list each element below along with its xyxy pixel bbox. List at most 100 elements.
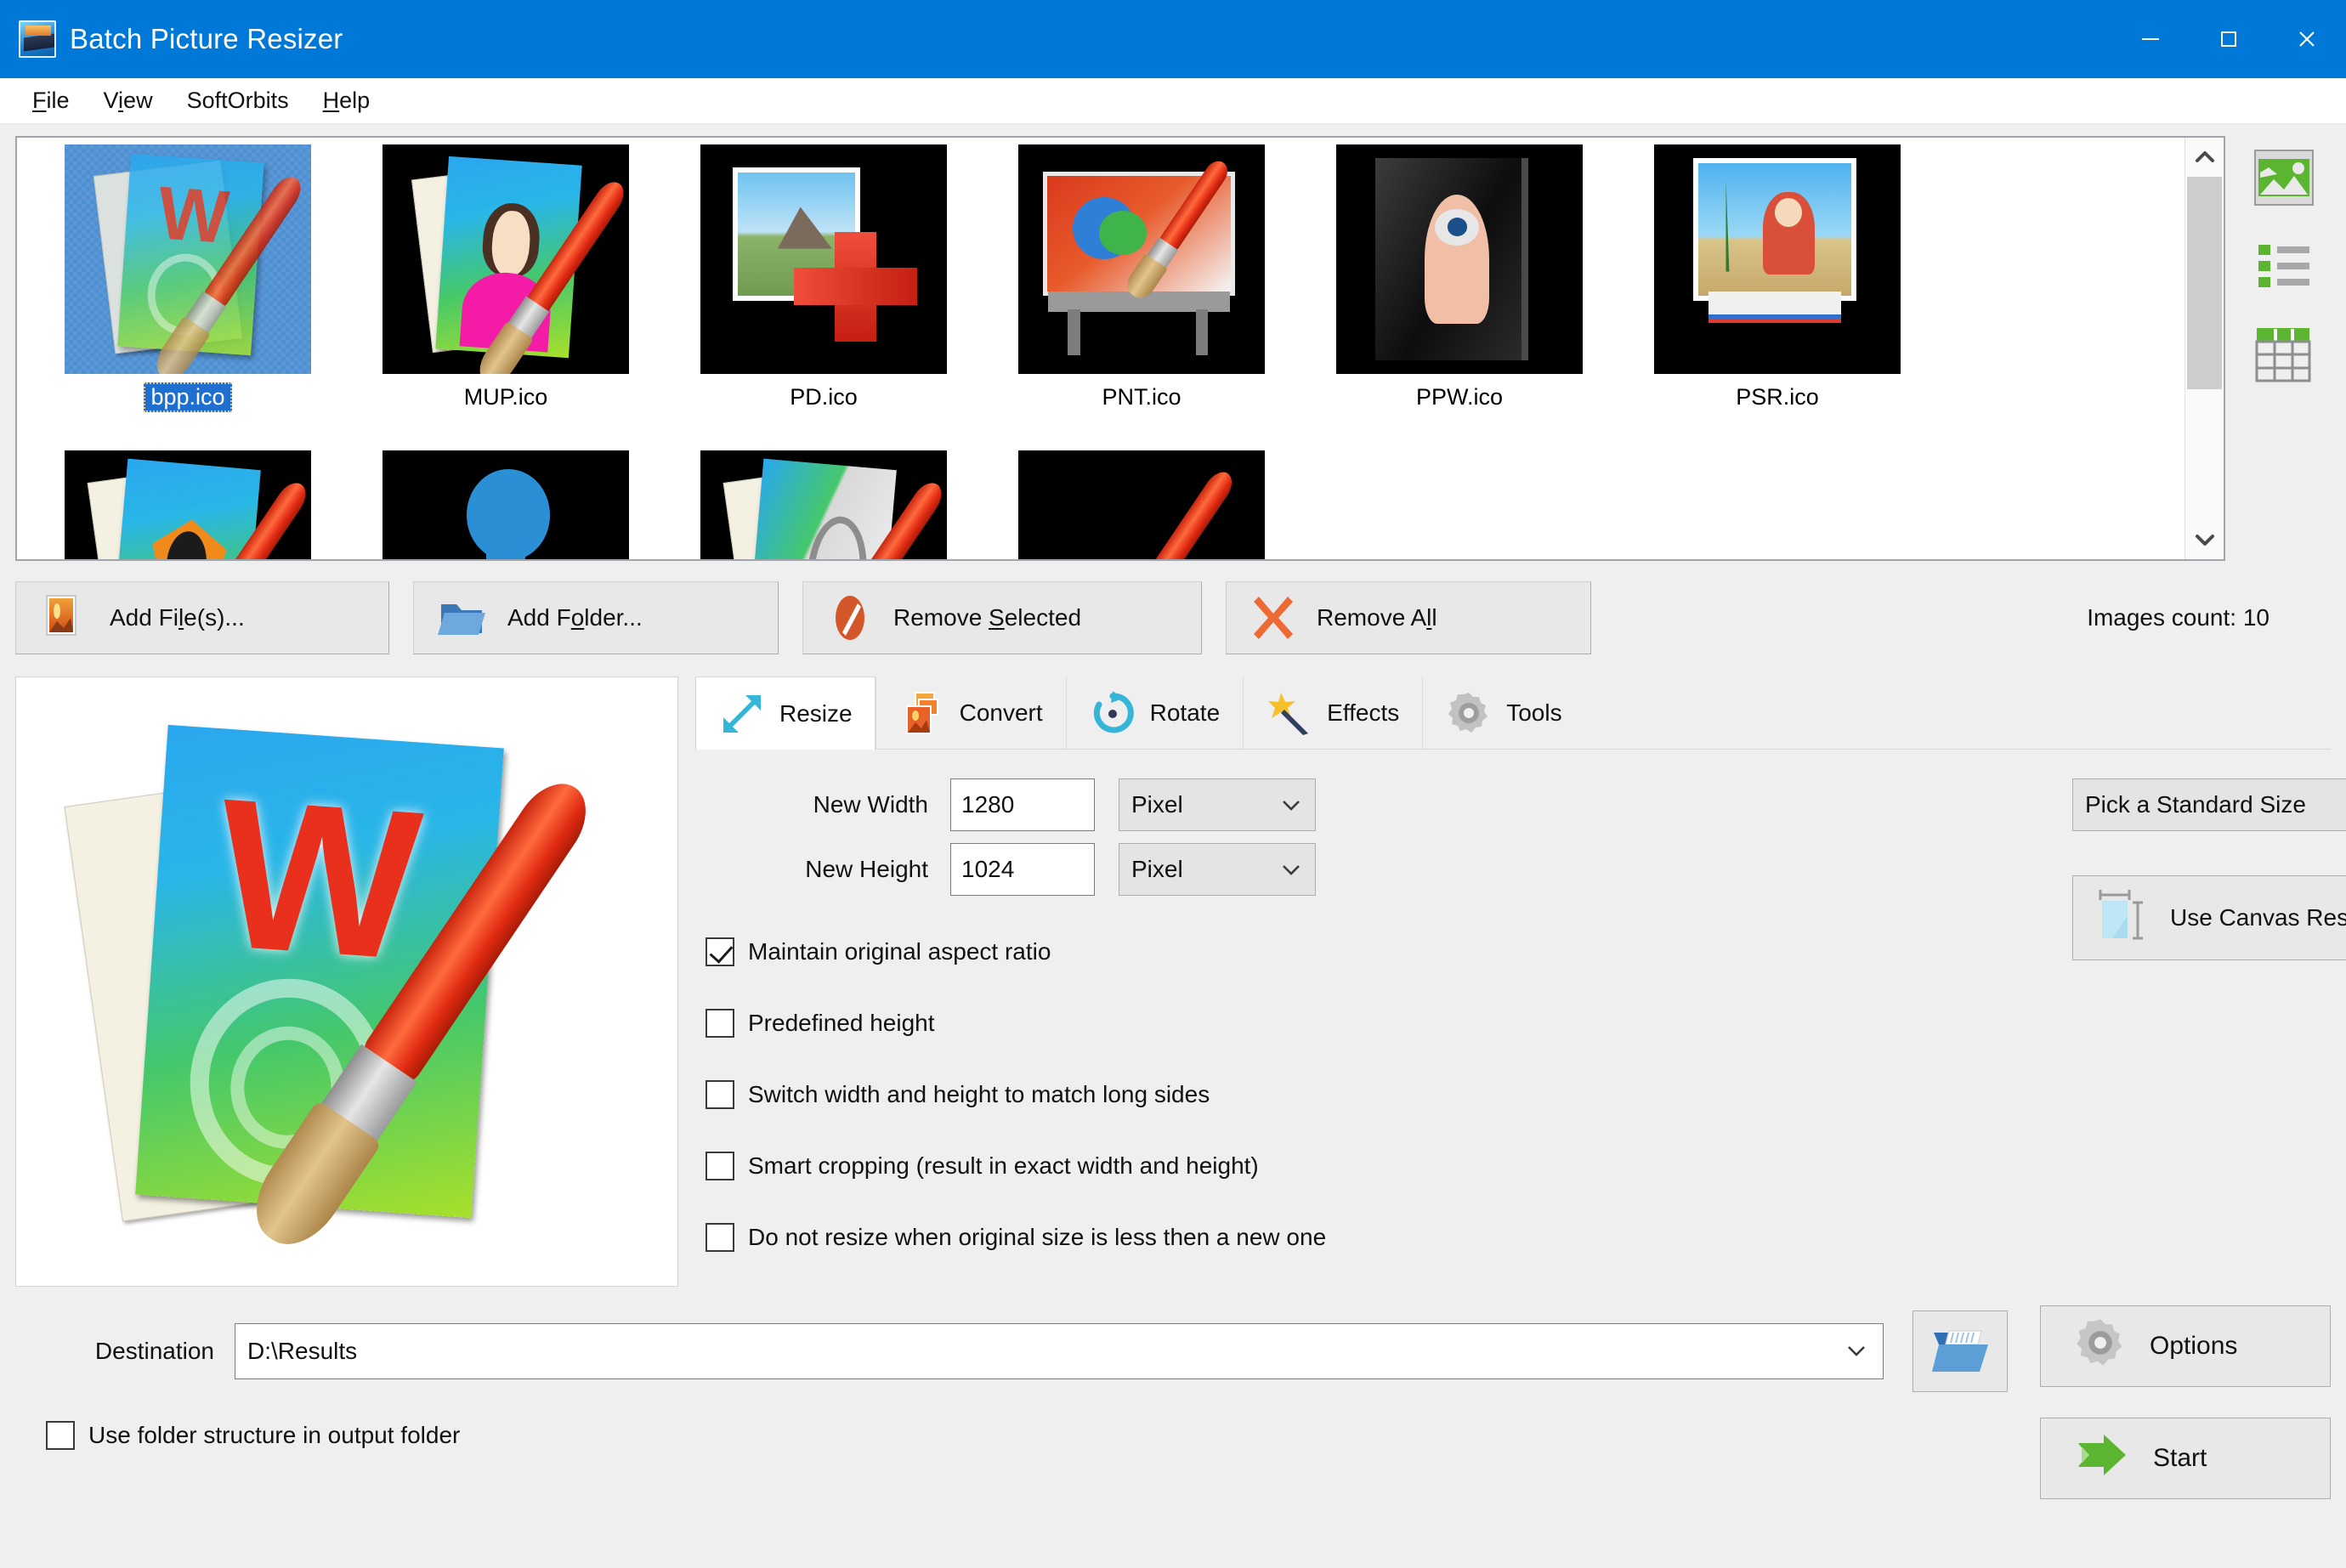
thumbnail-item[interactable]: PNT.ico — [983, 144, 1300, 450]
scrollbar-thumb[interactable] — [2187, 177, 2222, 390]
standard-size-select[interactable]: Pick a Standard Size — [2072, 778, 2346, 831]
remove-selected-label: Remove Selected — [893, 604, 1082, 631]
thumbnail-item[interactable]: W bpp.ico — [29, 144, 347, 450]
gear-icon — [2075, 1317, 2126, 1375]
menu-file[interactable]: File — [17, 84, 85, 117]
thumbnail-item[interactable] — [983, 450, 1300, 559]
close-button[interactable] — [2268, 0, 2346, 78]
convert-image-icon — [898, 689, 946, 737]
remove-all-label: Remove All — [1317, 604, 1437, 631]
image-icon — [2254, 150, 2314, 206]
thumbnail-image: W — [65, 144, 311, 374]
settings-tabs: Resize Convert Rotate Effects Tools New … — [695, 676, 2346, 1287]
smart-cropping-label: Smart cropping (result in exact width an… — [748, 1152, 1259, 1179]
app-icon — [19, 20, 56, 58]
remove-selected-button[interactable]: Remove Selected — [802, 581, 1202, 654]
image-preview: W — [15, 676, 678, 1287]
x-cross-icon — [1254, 597, 1293, 639]
thumbnail-list[interactable]: W bpp.ico MUP.ico PD.ico PNT.ico PPW.ico… — [15, 136, 2225, 561]
use-folder-structure-checkbox[interactable]: Use folder structure in output folder — [46, 1421, 2331, 1450]
main-area: W Resize Convert Rotate Effects Tools Ne… — [0, 654, 2346, 1287]
open-folder-icon — [1932, 1330, 1988, 1372]
thumbnail-label: bpp.ico — [144, 382, 232, 412]
thumbnail-image — [382, 450, 629, 559]
thumbnail-label: PNT.ico — [1102, 384, 1182, 410]
window-controls — [2111, 0, 2346, 78]
thumbnail-item[interactable]: PSR.ico — [1618, 144, 1936, 450]
window-title: Batch Picture Resizer — [70, 23, 343, 54]
thumbnail-label: PPW.ico — [1415, 384, 1504, 410]
green-arrow-icon — [2075, 1431, 2129, 1486]
menu-file-label: ile — [46, 88, 70, 113]
thumbnail-label: MUP.ico — [463, 384, 548, 410]
remove-all-button[interactable]: Remove All — [1226, 581, 1591, 654]
menu-softorbits-label: SoftOrbits — [186, 88, 289, 113]
scroll-down-button[interactable] — [2185, 520, 2224, 559]
details-view-button[interactable] — [2250, 325, 2318, 384]
new-height-input[interactable]: 1024 — [950, 843, 1095, 896]
browse-folder-button[interactable] — [1912, 1310, 2008, 1392]
use-canvas-resize-button[interactable]: Use Canvas Resize — [2072, 875, 2346, 960]
new-height-unit-value: Pixel — [1131, 856, 1183, 882]
menu-view[interactable]: View — [88, 84, 168, 117]
thumbnail-image — [1018, 450, 1265, 559]
thumbnail-view-button[interactable] — [2250, 148, 2318, 207]
menu-help[interactable]: Help — [308, 84, 386, 117]
thumbnail-item[interactable] — [29, 450, 347, 559]
thumbnail-image — [1018, 144, 1265, 374]
thumbnail-image — [700, 144, 947, 374]
new-width-unit-select[interactable]: Pixel — [1119, 778, 1316, 831]
destination-row: Destination D:\Results — [15, 1310, 2331, 1392]
scrollbar-track[interactable] — [2185, 177, 2224, 520]
thumbnail-item[interactable] — [665, 450, 983, 559]
smart-cropping-checkbox[interactable]: Smart cropping (result in exact width an… — [706, 1130, 2331, 1202]
canvas-resize-icon — [2095, 887, 2148, 949]
start-button[interactable]: Start — [2040, 1418, 2331, 1499]
gear-icon — [1445, 689, 1493, 737]
switch-width-height-checkbox[interactable]: Switch width and height to match long si… — [706, 1059, 2331, 1130]
maintain-aspect-ratio-label: Maintain original aspect ratio — [748, 938, 1051, 965]
minimize-button[interactable] — [2111, 0, 2190, 78]
new-width-unit-value: Pixel — [1131, 791, 1183, 818]
tab-tools[interactable]: Tools — [1422, 676, 1584, 749]
predefined-height-checkbox[interactable]: Predefined height — [706, 988, 2331, 1059]
resize-arrow-icon — [718, 690, 766, 738]
new-height-label: New Height — [805, 856, 928, 882]
use-canvas-resize-label: Use Canvas Resize — [2170, 904, 2346, 931]
new-height-unit-select[interactable]: Pixel — [1119, 843, 1316, 896]
add-files-button[interactable]: Add File(s)... — [15, 581, 389, 654]
switch-width-height-label: Switch width and height to match long si… — [748, 1081, 1210, 1107]
table-icon — [2255, 328, 2311, 382]
thumbnail-scrollbar[interactable] — [2184, 138, 2224, 559]
tab-resize[interactable]: Resize — [695, 676, 876, 750]
tab-effects-label: Effects — [1327, 699, 1400, 726]
chevron-down-icon[interactable] — [1844, 1338, 1869, 1365]
thumbnail-image — [1336, 144, 1583, 374]
footer-buttons: Options Start — [2040, 1305, 2331, 1499]
new-width-input[interactable]: 1280 — [950, 778, 1095, 831]
thumbnail-item[interactable]: PD.ico — [665, 144, 983, 450]
list-view-button[interactable] — [2250, 236, 2318, 296]
add-folder-button[interactable]: Add Folder... — [413, 581, 779, 654]
options-button[interactable]: Options — [2040, 1305, 2331, 1387]
thumbnail-item[interactable]: MUP.ico — [347, 144, 665, 450]
bottom-bar: Destination D:\Results Use folder struct… — [0, 1287, 2346, 1499]
maximize-button[interactable] — [2190, 0, 2268, 78]
tab-convert[interactable]: Convert — [875, 676, 1066, 749]
tab-effects[interactable]: Effects — [1243, 676, 1422, 749]
scroll-up-button[interactable] — [2185, 138, 2224, 177]
destination-value: D:\Results — [247, 1338, 358, 1364]
do-not-resize-checkbox[interactable]: Do not resize when original size is less… — [706, 1202, 2331, 1273]
menu-softorbits[interactable]: SoftOrbits — [172, 84, 304, 117]
tab-rotate[interactable]: Rotate — [1065, 676, 1244, 749]
thumbnail-item[interactable]: PPW.ico — [1300, 144, 1618, 450]
images-count-label: Images count: 10 — [2087, 604, 2270, 631]
list-icon — [2258, 245, 2309, 287]
thumbnail-item[interactable] — [347, 450, 665, 559]
title-bar: Batch Picture Resizer — [0, 0, 2346, 78]
thumbnail-image — [382, 144, 629, 374]
thumbnail-area: W bpp.ico MUP.ico PD.ico PNT.ico PPW.ico… — [0, 124, 2346, 561]
destination-input[interactable]: D:\Results — [235, 1323, 1884, 1379]
chevron-down-icon — [1279, 856, 1303, 883]
standard-size-value: Pick a Standard Size — [2085, 791, 2306, 818]
